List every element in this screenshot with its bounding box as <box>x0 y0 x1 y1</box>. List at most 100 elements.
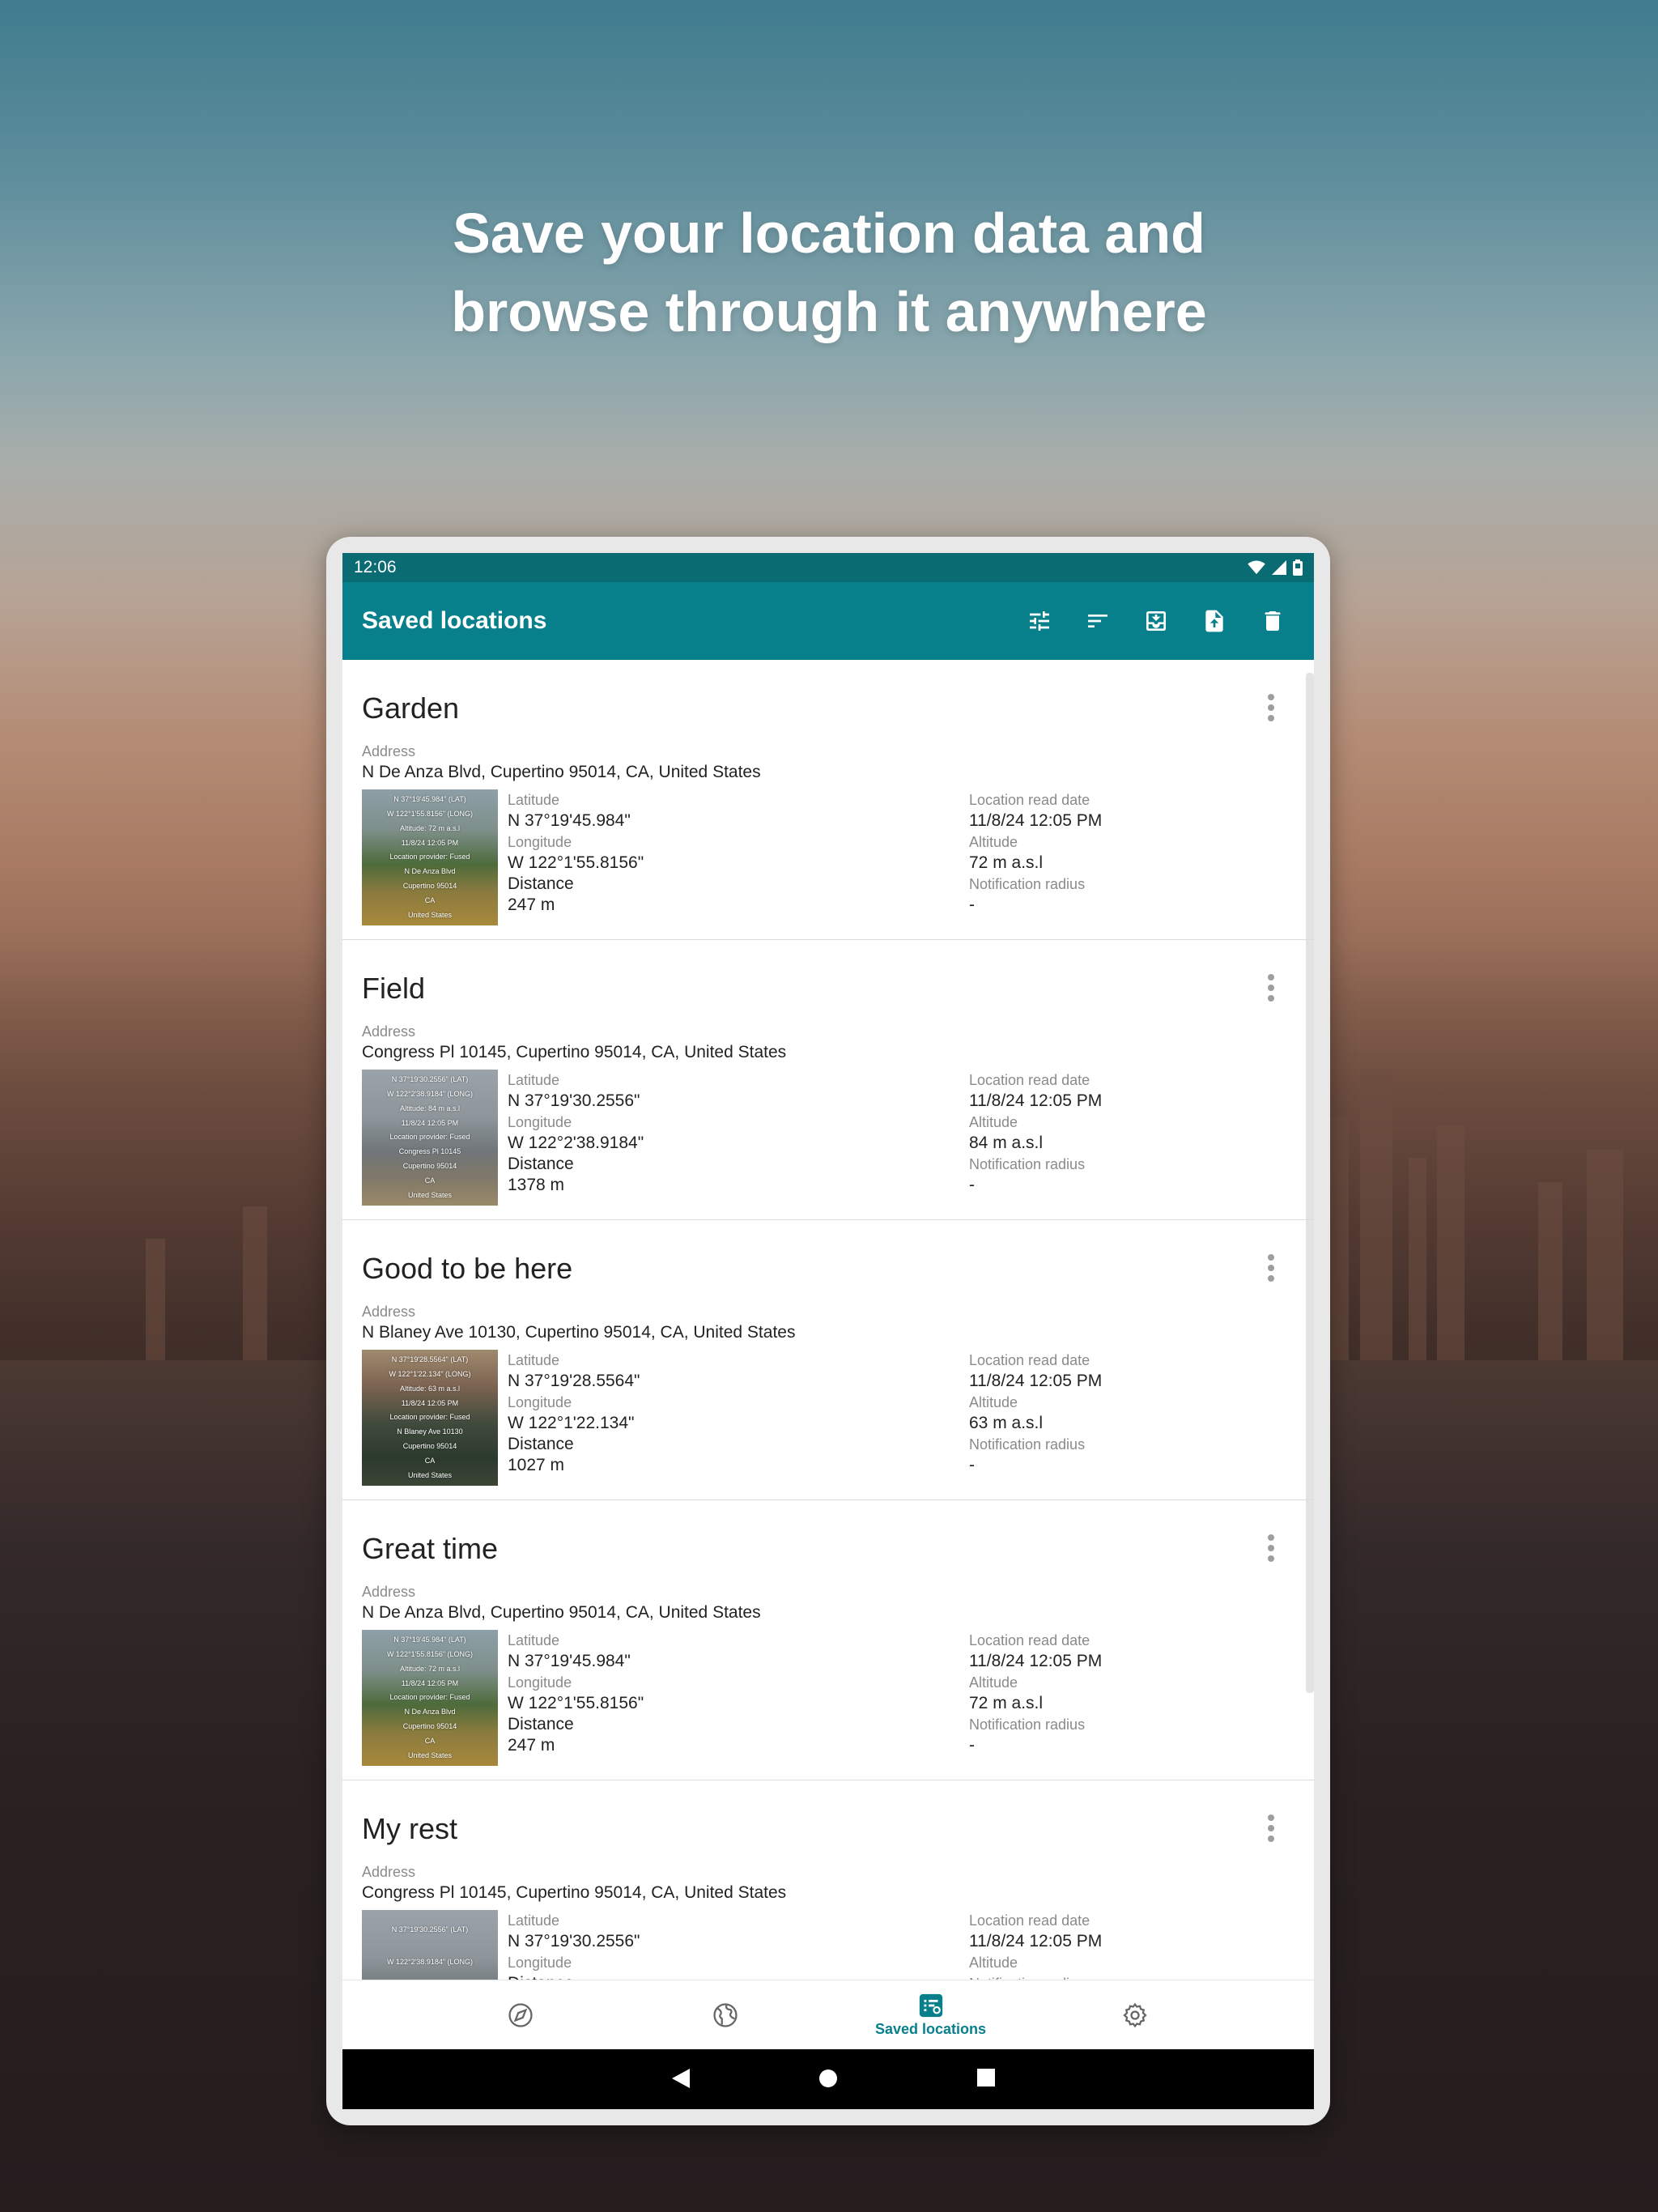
more-vert-icon <box>1268 1254 1274 1261</box>
read-date-value: 11/8/24 12:05 PM <box>969 1652 1103 1670</box>
export-button[interactable] <box>1199 606 1230 636</box>
coordinates-column: Latitude N 37°19'30.2556" Longitude W 122°2… <box>508 1070 969 1206</box>
latitude-label: Latitude <box>508 1352 560 1368</box>
distance-label: Distance <box>508 1715 574 1733</box>
app-bar: Saved locations <box>342 582 1314 660</box>
back-icon[interactable] <box>670 2067 691 2090</box>
altitude-value: 72 m a.s.l <box>969 853 1044 872</box>
thumbnail-overlay-text: Cupertino 95014 <box>402 1441 457 1450</box>
sort-icon <box>1088 615 1107 627</box>
latitude-label: Latitude <box>508 1632 560 1648</box>
thumbnail-overlay-text: 11/8/24 12:05 PM <box>401 838 459 847</box>
more-options-button[interactable] <box>1259 691 1283 725</box>
nav-saved-locations[interactable]: Saved locations <box>875 1992 986 2038</box>
location-photo-thumbnail[interactable]: N 37°19'28.5564" (LAT) W 122°1'22.134" (L… <box>362 1350 498 1486</box>
location-card[interactable]: Field Address Congress Pl 10145, Cupertino… <box>342 940 1314 1220</box>
latitude-label: Latitude <box>508 1072 560 1088</box>
nav-globe[interactable] <box>712 2001 739 2029</box>
longitude-value: W 122°2'38.9184" <box>508 1134 644 1152</box>
meta-column: Location read date 11/8/24 12:05 PM Altitu… <box>969 1910 1293 1980</box>
more-options-button[interactable] <box>1259 1531 1283 1565</box>
distance-value: 1027 m <box>508 1456 565 1474</box>
notification-radius-label: Notification radius <box>969 876 1086 892</box>
read-date-label: Location read date <box>969 1912 1090 1929</box>
more-options-button[interactable] <box>1259 971 1283 1005</box>
latitude-value: N 37°19'30.2556" <box>508 1091 640 1110</box>
meta-column: Location read date 11/8/24 12:05 PM Altitu… <box>969 1630 1293 1766</box>
thumbnail-overlay-text: Cupertino 95014 <box>402 881 457 890</box>
location-details: N 37°19'30.2556" (LAT) W 122°2'38.9184" (… <box>362 1910 1295 1980</box>
thumbnail-overlay-text: W 122°1'22.134" (LONG) <box>389 1370 471 1379</box>
read-date-label: Location read date <box>969 792 1090 808</box>
meta-column: Location read date 11/8/24 12:05 PM Altitu… <box>969 1350 1293 1486</box>
address-value: Congress Pl 10145, Cupertino 95014, CA, … <box>362 1043 787 1061</box>
location-name: Garden <box>362 691 460 725</box>
thumbnail-overlay-text: Location provider: Fused <box>389 1413 470 1422</box>
location-card[interactable]: Garden Address N De Anza Blvd, Cupertino 9… <box>342 660 1314 940</box>
sort-button[interactable] <box>1082 606 1113 636</box>
filter-button[interactable] <box>1024 606 1055 636</box>
download-icon <box>1146 611 1166 631</box>
headline: Save your location data and browse throu… <box>0 194 1658 351</box>
nav-compass[interactable] <box>507 2001 534 2029</box>
location-name: Great time <box>362 1532 499 1565</box>
thumbnail-overlay-text: United States <box>407 1750 453 1759</box>
distance-label: Distance <box>508 1435 574 1453</box>
wifi-icon <box>1248 560 1265 575</box>
location-name: Field <box>362 972 426 1005</box>
thumbnail-overlay-text: W 122°2'38.9184" (LONG) <box>386 1957 474 1966</box>
longitude-value: W 122°1'22.134" <box>508 1414 635 1432</box>
latitude-value: N 37°19'45.984" <box>508 811 631 830</box>
home-icon[interactable] <box>817 2067 840 2090</box>
thumbnail-overlay-text: 11/8/24 12:05 PM <box>401 1118 459 1127</box>
longitude-value: W 122°1'55.8156" <box>508 853 644 872</box>
delete-button[interactable] <box>1257 606 1288 636</box>
latitude-value: N 37°19'28.5564" <box>508 1372 640 1390</box>
thumbnail-overlay-text: W 122°1'55.8156" (LONG) <box>386 810 474 819</box>
thumbnail-overlay-text: N De Anza Blvd <box>404 1708 456 1716</box>
notification-radius-label: Notification radius <box>969 1973 1293 1980</box>
thumbnail-overlay-text: United States <box>407 1470 453 1479</box>
thumbnail-overlay-text: Altitude: 72 m a.s.l <box>399 823 461 832</box>
thumbnail-overlay-text: CA <box>424 895 436 904</box>
more-options-button[interactable] <box>1259 1251 1283 1285</box>
thumbnail-overlay-text: N 37°19'45.984" (LAT) <box>393 795 466 804</box>
location-photo-thumbnail[interactable]: N 37°19'45.984" (LAT) W 122°1'55.8156" (L… <box>362 789 498 925</box>
globe-icon <box>713 2003 738 2027</box>
nav-settings[interactable] <box>1121 2001 1149 2029</box>
app-title: Saved locations <box>362 607 547 634</box>
thumbnail-overlay-text: W 122°1'55.8156" (LONG) <box>386 1650 474 1659</box>
read-date-value: 11/8/24 12:05 PM <box>969 1372 1103 1390</box>
location-photo-thumbnail[interactable]: N 37°19'30.2556" (LAT) W 122°2'38.9184" (… <box>362 1070 498 1206</box>
location-card[interactable]: Good to be here Address N Blaney Ave 10130… <box>342 1220 1314 1500</box>
latitude-value: N 37°19'45.984" <box>508 1652 631 1670</box>
locations-list[interactable]: Garden Address N De Anza Blvd, Cupertino 9… <box>342 660 1314 1980</box>
longitude-label: Longitude <box>508 1674 572 1691</box>
coordinates-column: Latitude N 37°19'45.984" Longitude W 122°1'… <box>508 1630 969 1766</box>
notification-radius-value: - <box>969 1456 975 1474</box>
location-photo-thumbnail[interactable]: N 37°19'30.2556" (LAT) W 122°2'38.9184" (… <box>362 1910 498 1980</box>
location-card[interactable]: My rest Address Congress Pl 10145, Cuperti… <box>342 1780 1314 1980</box>
location-card[interactable]: Great time Address N De Anza Blvd, Cuperti… <box>342 1500 1314 1780</box>
file-upload-icon <box>1205 610 1223 632</box>
signal-icon <box>1272 560 1286 575</box>
address-value: Congress Pl 10145, Cupertino 95014, CA, … <box>362 1883 787 1902</box>
location-name: Good to be here <box>362 1252 573 1285</box>
thumbnail-overlay-text: CA <box>424 1176 436 1185</box>
recents-icon[interactable] <box>976 2067 997 2088</box>
thumbnail-overlay-text: N 37°19'28.5564" (LAT) <box>391 1355 469 1364</box>
more-options-button[interactable] <box>1259 1811 1283 1845</box>
address-label: Address <box>362 1584 416 1600</box>
address-value: N De Anza Blvd, Cupertino 95014, CA, Uni… <box>362 1603 761 1622</box>
distance-value: 247 m <box>508 895 555 914</box>
notification-radius-value: - <box>969 1176 975 1194</box>
import-button[interactable] <box>1141 606 1171 636</box>
location-name: My rest <box>362 1812 458 1845</box>
location-photo-thumbnail[interactable]: N 37°19'45.984" (LAT) W 122°1'55.8156" (L… <box>362 1630 498 1766</box>
tune-icon <box>1030 611 1049 631</box>
latitude-label: Latitude <box>508 1912 560 1929</box>
longitude-label: Longitude <box>508 1114 572 1130</box>
thumbnail-overlay-text: W 122°2'38.9184" (LONG) <box>386 1090 474 1099</box>
thumbnail-overlay-text: Altitude: 84 m a.s.l <box>399 1104 461 1112</box>
tablet-frame: 12:06 Saved locations Garden Address N D… <box>326 537 1330 2125</box>
